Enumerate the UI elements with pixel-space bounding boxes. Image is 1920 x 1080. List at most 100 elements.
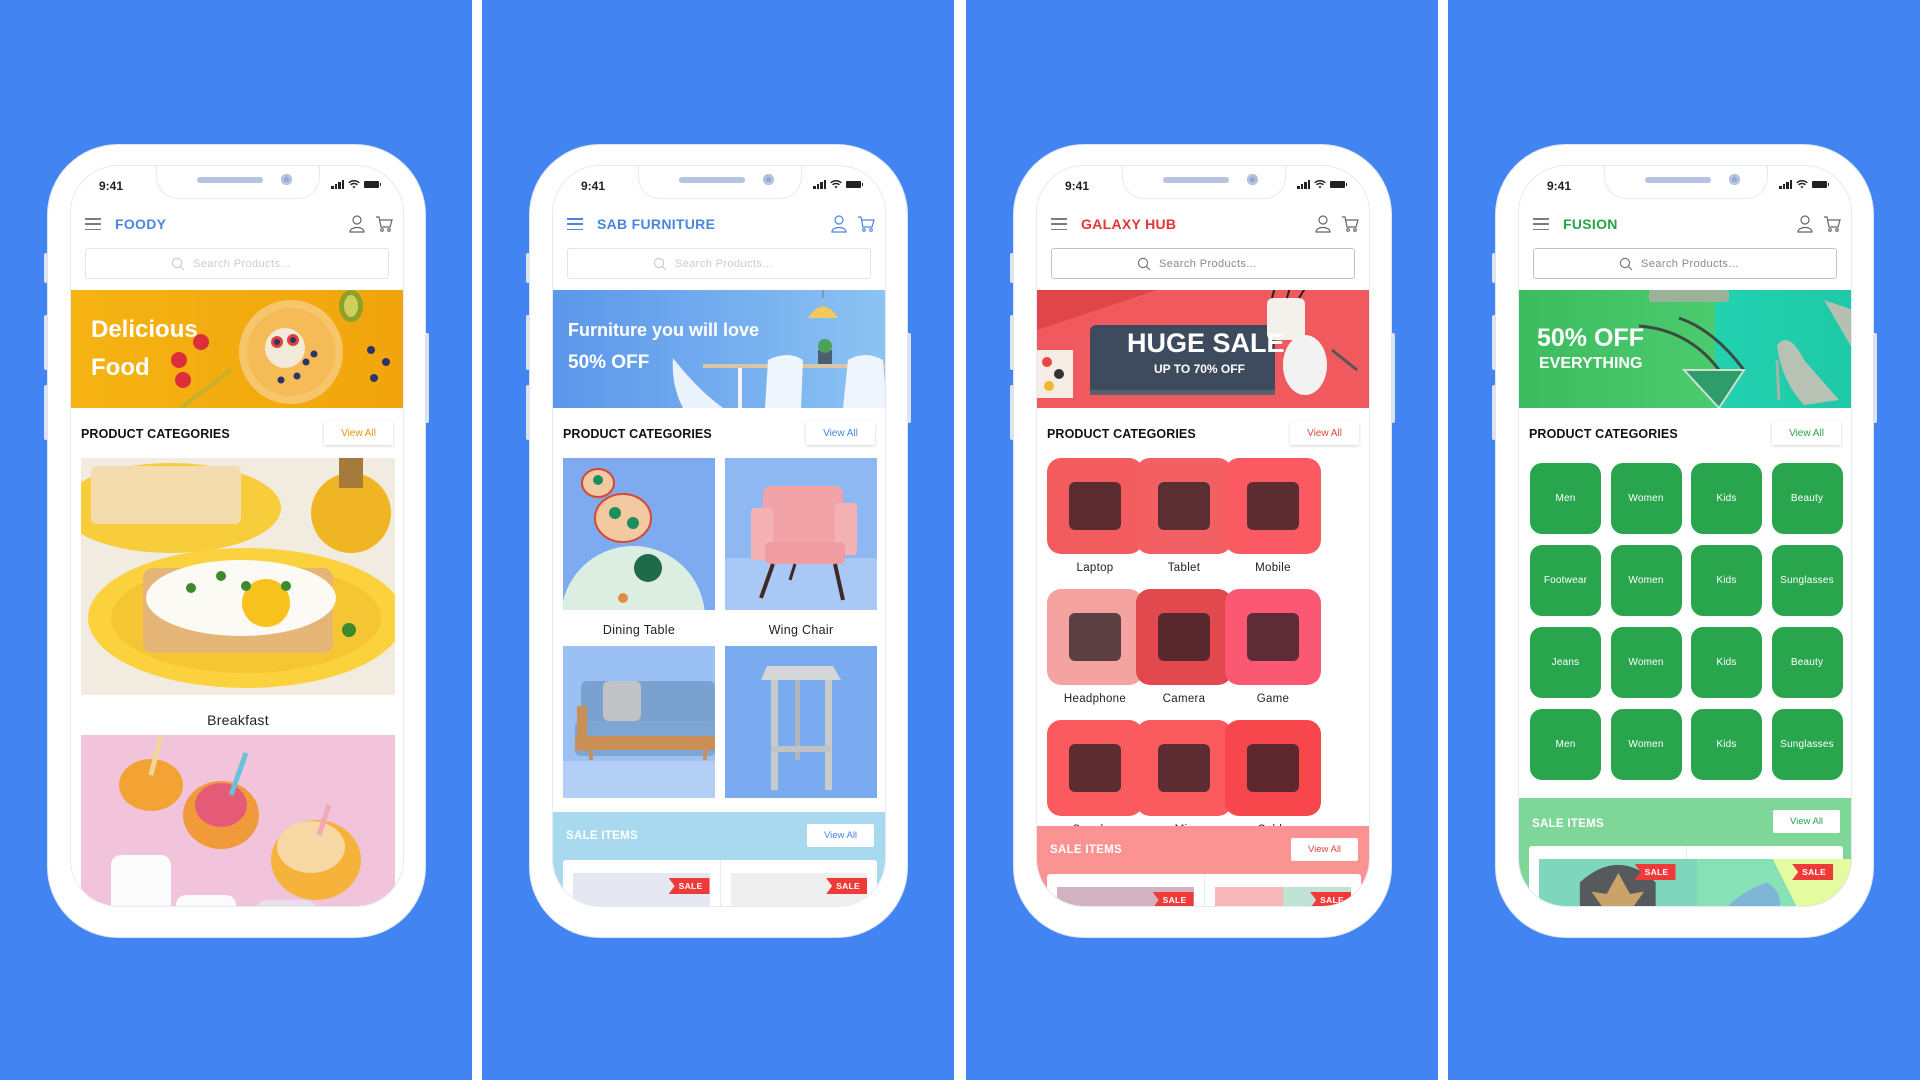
sale-items-section: SALE ITEMS View All SALE SALE: [1037, 826, 1369, 906]
category-tile-kids[interactable]: Kids: [1691, 627, 1762, 698]
category-card-desserts[interactable]: [81, 734, 395, 906]
phone-mockup: 9:41 FOODY Search Products... Delicious …: [44, 145, 429, 937]
user-account-icon[interactable]: [349, 215, 365, 233]
cart-icon[interactable]: [375, 215, 393, 233]
category-card-wing-chair[interactable]: Wing Chair: [725, 458, 877, 637]
search-icon: [1619, 257, 1633, 270]
sale-badge: SALE: [1310, 892, 1351, 906]
battery-icon: [1812, 181, 1829, 188]
phone-screen: 9:41 SAB FURNITURE Search Products... Fu…: [552, 165, 886, 907]
category-tile-women[interactable]: Women: [1610, 463, 1682, 534]
view-all-button[interactable]: View All: [1772, 421, 1841, 445]
view-all-button[interactable]: View All: [1290, 421, 1359, 445]
sale-item-card[interactable]: SALE: [1205, 874, 1362, 906]
user-account-icon[interactable]: [831, 215, 847, 233]
product-categories-header: PRODUCT CATEGORIES View All: [71, 418, 403, 448]
category-tile-women[interactable]: Women: [1610, 545, 1682, 616]
hamburger-menu-icon[interactable]: [1533, 218, 1549, 230]
category-tile-beauty[interactable]: Beauty: [1771, 463, 1843, 534]
category-tile-kids[interactable]: Kids: [1691, 709, 1762, 780]
promo-banner[interactable]: 50% OFF EVERYTHING: [1519, 290, 1851, 408]
category-tile-jeans[interactable]: Jeans: [1530, 627, 1601, 698]
category-tile-women[interactable]: Women: [1610, 627, 1682, 698]
sale-view-all-button[interactable]: View All: [1773, 810, 1840, 833]
sale-item-card[interactable]: SALE: [721, 860, 878, 906]
cart-icon[interactable]: [1823, 215, 1841, 233]
category-tile-sunglasses[interactable]: Sunglasses: [1771, 545, 1843, 616]
sale-item-card[interactable]: SALE: [1529, 846, 1699, 906]
category-tile-beauty[interactable]: Beauty: [1771, 627, 1843, 698]
category-image-speaker: [1047, 720, 1143, 816]
category-card-laptop[interactable]: Laptop: [1047, 458, 1143, 574]
category-card-beauty[interactable]: Beauty: [725, 646, 877, 825]
category-tile-kids[interactable]: Kids: [1691, 463, 1762, 534]
category-label: Game: [1256, 693, 1290, 705]
sale-item-card[interactable]: SALE: [563, 860, 721, 906]
section-title: PRODUCT CATEGORIES: [1529, 427, 1678, 441]
category-tile-footwear[interactable]: Footwear: [1530, 545, 1601, 616]
hamburger-menu-icon[interactable]: [1051, 218, 1067, 230]
banner-subheadline: EVERYTHING: [1539, 355, 1643, 372]
category-card-speaker[interactable]: Speaker: [1047, 720, 1143, 836]
user-account-icon[interactable]: [1797, 215, 1813, 233]
panel-fusion: 9:41 FUSION Search Products... 50% OFF E…: [1448, 0, 1920, 1080]
cart-icon[interactable]: [857, 215, 875, 233]
signal-icon: [1779, 180, 1792, 189]
category-image-tablet: [1136, 458, 1232, 554]
category-image-mobile: [1225, 458, 1321, 554]
category-image-camera: [1136, 589, 1232, 685]
category-card-mobile[interactable]: Mobile: [1225, 458, 1321, 574]
mute-switch: [44, 253, 48, 283]
category-card-dining-table[interactable]: Dining Table: [561, 458, 715, 690]
promo-banner[interactable]: Furniture you will love 50% OFF: [553, 290, 885, 408]
mute-switch: [1010, 253, 1014, 283]
category-image-dining-table: [561, 458, 715, 690]
promo-banner[interactable]: Delicious Food: [71, 290, 403, 408]
view-all-button[interactable]: View All: [806, 421, 875, 445]
search-bar[interactable]: [1533, 248, 1837, 279]
phone-screen: 9:41 FUSION Search Products... 50% OFF E…: [1518, 165, 1852, 907]
brand-logo: SAB FURNITURE: [597, 216, 716, 232]
category-card-kids[interactable]: Kids: [563, 646, 715, 825]
search-bar[interactable]: [567, 248, 871, 279]
category-card-cable[interactable]: Cable: [1225, 720, 1321, 836]
hamburger-menu-icon[interactable]: [85, 218, 101, 230]
category-card-game[interactable]: Game: [1225, 589, 1321, 705]
banner-subheadline: Food: [91, 354, 150, 381]
search-input[interactable]: [193, 257, 303, 270]
mute-switch: [526, 253, 530, 283]
category-card-camera[interactable]: Camera: [1136, 589, 1232, 705]
battery-icon: [846, 181, 863, 188]
hamburger-menu-icon[interactable]: [567, 218, 583, 230]
category-card-breakfast[interactable]: Breakfast: [71, 458, 403, 728]
category-tile-men[interactable]: Men: [1530, 463, 1601, 534]
category-tile-women[interactable]: Women: [1610, 709, 1682, 780]
promo-banner[interactable]: HUGE SALE UP TO 70% OFF: [1037, 290, 1369, 408]
user-account-icon[interactable]: [1315, 215, 1331, 233]
category-card-mic[interactable]: Mic: [1136, 720, 1232, 836]
sale-view-all-button[interactable]: View All: [1291, 838, 1358, 861]
category-label: Laptop: [1076, 562, 1114, 574]
category-tile-men[interactable]: Men: [1530, 709, 1601, 780]
search-input[interactable]: [675, 257, 785, 270]
phone-screen: 9:41 GALAXY HUB Search Products... HUGE …: [1036, 165, 1370, 907]
search-icon: [1137, 257, 1151, 270]
search-input[interactable]: [1641, 257, 1751, 270]
search-bar[interactable]: [1051, 248, 1355, 279]
category-card-headphone[interactable]: Headphone: [1047, 589, 1143, 705]
search-input[interactable]: [1159, 257, 1269, 270]
search-bar[interactable]: [85, 248, 389, 279]
cart-icon[interactable]: [1341, 215, 1359, 233]
sale-item-card[interactable]: SALE: [1687, 846, 1851, 906]
app-header: SAB FURNITURE: [553, 210, 885, 240]
sale-item-card[interactable]: SALE: [1047, 874, 1205, 906]
category-image-laptop: [1047, 458, 1143, 554]
view-all-button[interactable]: View All: [324, 421, 393, 445]
category-tile-sunglasses[interactable]: Sunglasses: [1771, 709, 1843, 780]
panel-galaxy-hub: 9:41 GALAXY HUB Search Products... HUGE …: [966, 0, 1438, 1080]
signal-icon: [813, 180, 826, 189]
front-camera: [1247, 174, 1258, 185]
category-tile-kids[interactable]: Kids: [1691, 545, 1762, 616]
category-card-tablet[interactable]: Tablet: [1136, 458, 1232, 574]
sale-view-all-button[interactable]: View All: [807, 824, 874, 847]
